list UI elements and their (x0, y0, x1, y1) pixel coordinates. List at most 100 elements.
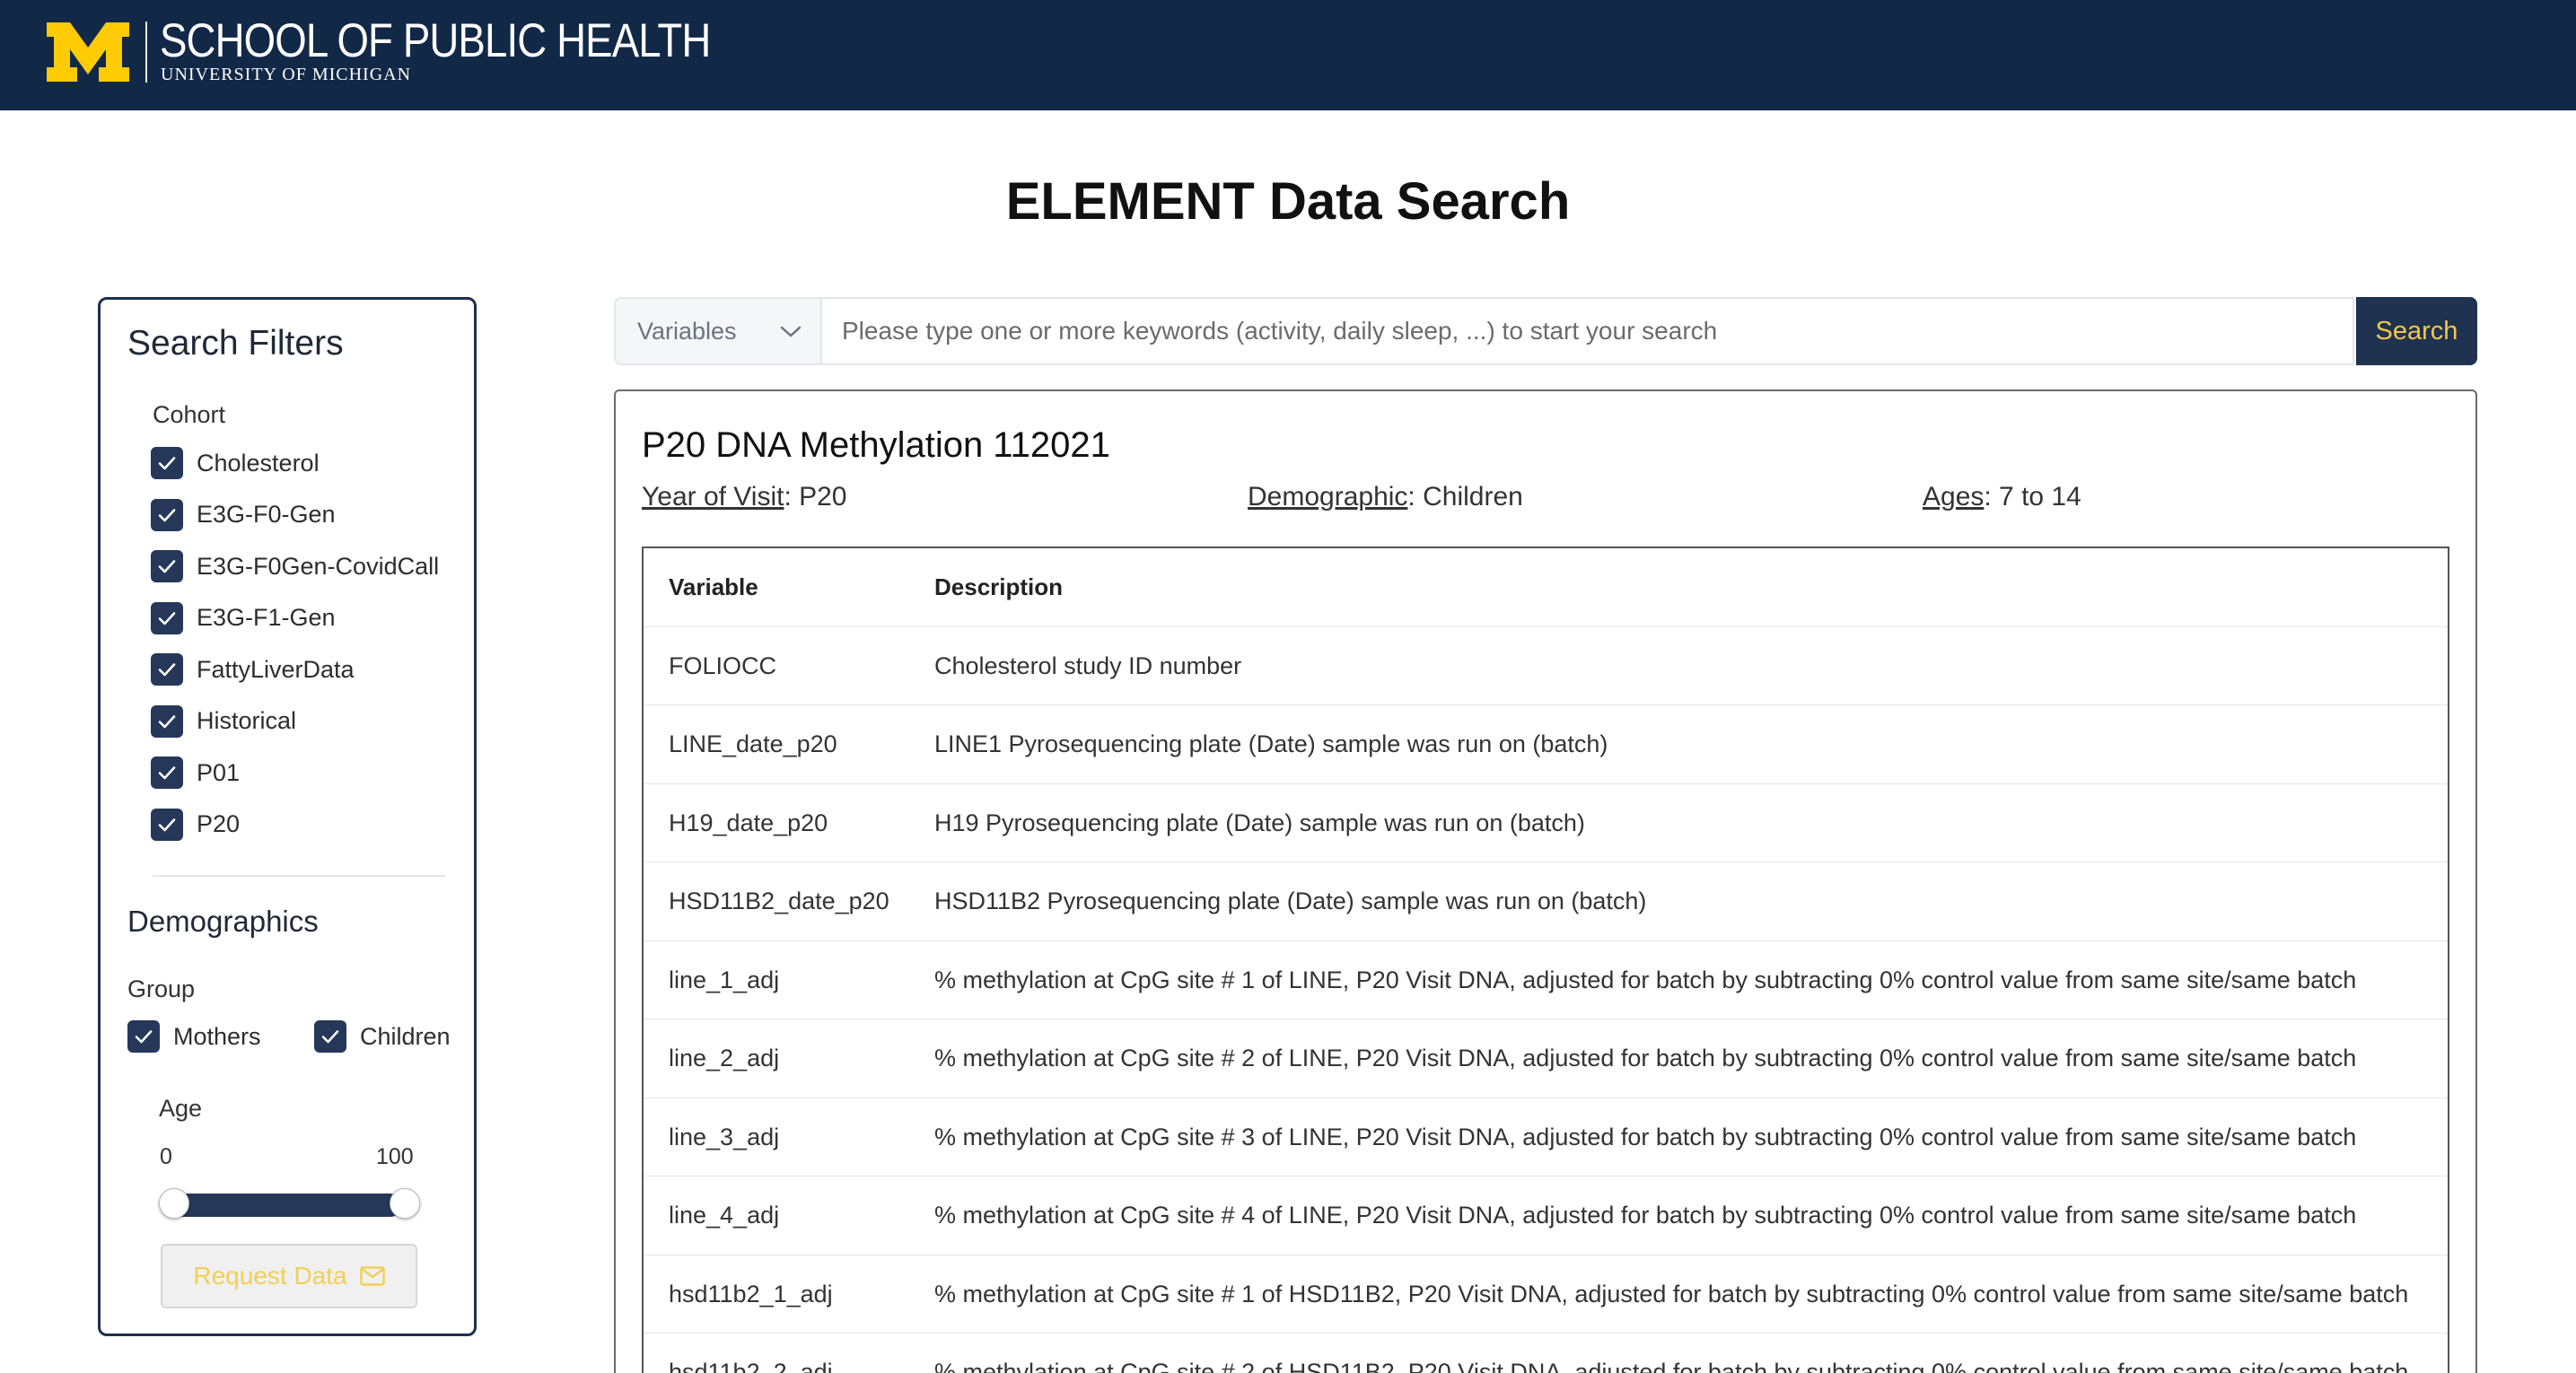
chevron-down-icon (780, 326, 802, 337)
cohort-option-label: E3G-F0Gen-CovidCall (197, 552, 440, 580)
variable-description: % methylation at CpG site # 4 of LINE, P… (934, 1202, 2357, 1229)
search-button[interactable]: Search (2356, 297, 2477, 365)
age-range-slider[interactable] (171, 1194, 402, 1217)
variables-table: Variable Description FOLIOCC Cholesterol… (642, 547, 2449, 1373)
age-max-value: 100 (376, 1144, 414, 1169)
search-input[interactable] (820, 297, 2354, 365)
cohort-label: Cohort (153, 401, 226, 428)
variable-name: line_3_adj (669, 1123, 780, 1150)
cohort-option-label: E3G-F1-Gen (197, 604, 336, 631)
cohort-option-e3g-f0-gen[interactable]: E3G-F0-Gen (151, 497, 336, 533)
variable-description: Cholesterol study ID number (934, 652, 1242, 679)
filters-title: Search Filters (127, 324, 344, 363)
year-of-visit: Year of Visit: P20 (642, 479, 847, 515)
checkbox-checked-icon[interactable] (151, 447, 183, 479)
university-m-logo-icon[interactable] (47, 22, 129, 82)
variable-description: % methylation at CpG site # 2 of LINE, P… (934, 1045, 2357, 1071)
group-option-label: Children (360, 1022, 451, 1050)
year-of-visit-key: Year of Visit (642, 482, 784, 512)
cohort-option-label: P01 (197, 758, 241, 786)
variable-name: LINE_date_p20 (669, 730, 837, 757)
checkbox-checked-icon[interactable] (314, 1020, 346, 1053)
checkbox-checked-icon[interactable] (127, 1020, 160, 1053)
checkbox-checked-icon[interactable] (151, 756, 183, 789)
cohort-option-cholesterol[interactable]: Cholesterol (151, 445, 320, 481)
table-row: hsd11b2_1_adj % methylation at CpG site … (644, 1255, 2448, 1334)
variable-name: H19_date_p20 (669, 809, 828, 836)
variable-description: % methylation at CpG site # 1 of LINE, P… (934, 966, 2357, 993)
group-option-label: Mothers (173, 1022, 261, 1050)
age-min-handle[interactable] (159, 1188, 189, 1219)
cohort-option-label: P20 (197, 810, 241, 837)
cohort-option-p01[interactable]: P01 (151, 755, 240, 791)
site-header: SCHOOL OF PUBLIC HEALTH UNIVERSITY OF MI… (0, 0, 2576, 110)
demographic-key: Demographic (1248, 482, 1408, 512)
checkbox-checked-icon[interactable] (151, 653, 183, 686)
search-bar: Variables Search (614, 297, 2477, 365)
cohort-option-label: E3G-F0-Gen (197, 501, 336, 528)
group-label: Group (127, 975, 196, 1002)
variable-description: H19 Pyrosequencing plate (Date) sample w… (934, 809, 1585, 836)
group-option-children[interactable]: Children (314, 1019, 451, 1054)
variable-name: hsd11b2_1_adj (669, 1280, 833, 1307)
logo-divider (145, 22, 147, 83)
checkbox-checked-icon[interactable] (151, 550, 183, 582)
search-filters-panel: Search Filters Cohort Cholesterol E3G-F0… (98, 297, 477, 1336)
table-row: H19_date_p20 H19 Pyrosequencing plate (D… (644, 784, 2448, 862)
age-min-value: 0 (160, 1144, 172, 1169)
variable-description: % methylation at CpG site # 2 of HSD11B2… (934, 1359, 2409, 1373)
variable-description: LINE1 Pyrosequencing plate (Date) sample… (934, 730, 1608, 757)
request-data-label: Request Data (193, 1262, 347, 1290)
age-label: Age (159, 1095, 203, 1122)
search-scope-value: Variables (637, 317, 737, 345)
variable-name: hsd11b2_2_adj (669, 1359, 833, 1373)
table-row: HSD11B2_date_p20 HSD11B2 Pyrosequencing … (644, 862, 2448, 941)
envelope-icon (359, 1266, 385, 1286)
dataset-title[interactable]: P20 DNA Methylation 112021 (642, 423, 1110, 468)
dataset-result-card: P20 DNA Methylation 112021 Year of Visit… (614, 389, 2477, 1373)
search-scope-select[interactable]: Variables (614, 297, 820, 365)
filters-divider (153, 875, 445, 877)
table-row: line_2_adj % methylation at CpG site # 2… (644, 1019, 2448, 1098)
year-of-visit-value: : P20 (784, 482, 847, 512)
ages-key: Ages (1923, 482, 1985, 512)
variable-description: HSD11B2 Pyrosequencing plate (Date) samp… (934, 888, 1647, 914)
demographic: Demographic: Children (1248, 479, 1523, 515)
cohort-option-label: Historical (197, 707, 297, 734)
checkbox-checked-icon[interactable] (151, 601, 183, 634)
column-header-variable: Variable (669, 573, 758, 600)
demographics-title: Demographics (127, 905, 319, 938)
age-max-handle[interactable] (390, 1188, 420, 1219)
cohort-option-fattyliverdata[interactable]: FattyLiverData (151, 652, 355, 687)
table-row: line_1_adj % methylation at CpG site # 1… (644, 941, 2448, 1019)
cohort-option-e3g-f0gen-covidcall[interactable]: E3G-F0Gen-CovidCall (151, 548, 439, 584)
cohort-option-e3g-f1-gen[interactable]: E3G-F1-Gen (151, 600, 336, 636)
table-header-row: Variable Description (644, 548, 2448, 627)
checkbox-checked-icon[interactable] (151, 498, 183, 531)
cohort-option-p20[interactable]: P20 (151, 807, 240, 843)
variable-name: line_2_adj (669, 1045, 780, 1071)
checkbox-checked-icon[interactable] (151, 704, 183, 738)
variable-name: line_1_adj (669, 966, 780, 993)
table-row: line_3_adj % methylation at CpG site # 3… (644, 1098, 2448, 1176)
group-option-mothers[interactable]: Mothers (127, 1019, 261, 1054)
cohort-option-label: Cholesterol (197, 449, 320, 477)
demographic-value: : Children (1407, 482, 1523, 512)
column-header-description: Description (934, 573, 1064, 600)
variable-name: line_4_adj (669, 1202, 780, 1229)
page-title: ELEMENT Data Search (1005, 172, 1571, 231)
ages: Ages: 7 to 14 (1923, 479, 2081, 515)
request-data-button[interactable]: Request Data (161, 1244, 417, 1308)
ages-value: : 7 to 14 (1984, 482, 2081, 512)
table-row: hsd11b2_2_adj % methylation at CpG site … (644, 1334, 2448, 1373)
cohort-option-historical[interactable]: Historical (151, 704, 296, 739)
checkbox-checked-icon[interactable] (151, 808, 183, 841)
table-row: LINE_date_p20 LINE1 Pyrosequencing plate… (644, 705, 2448, 784)
variable-name: FOLIOCC (669, 652, 777, 679)
school-name[interactable]: SCHOOL OF PUBLIC HEALTH (160, 14, 711, 68)
cohort-option-label: FattyLiverData (197, 655, 355, 683)
table-row: line_4_adj % methylation at CpG site # 4… (644, 1176, 2448, 1255)
university-name: UNIVERSITY OF MICHIGAN (161, 65, 412, 84)
variable-description: % methylation at CpG site # 3 of LINE, P… (934, 1123, 2357, 1150)
variable-name: HSD11B2_date_p20 (669, 888, 889, 914)
